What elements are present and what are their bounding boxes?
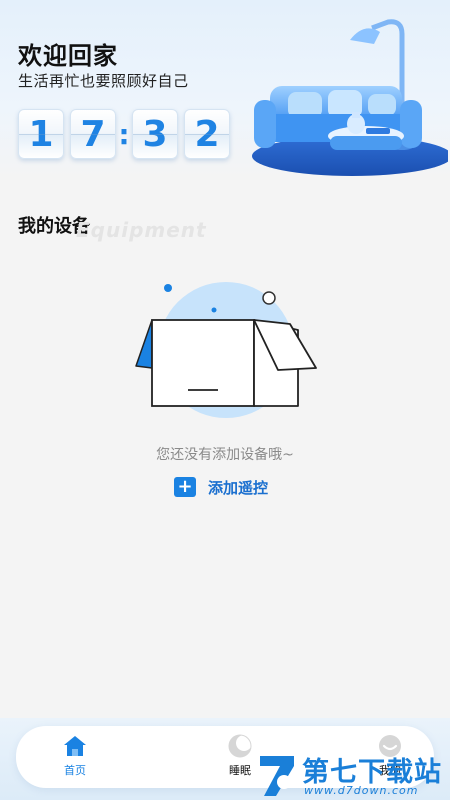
empty-box-illustration bbox=[135, 282, 317, 418]
page-subtitle: 生活再忙也要照顾好自己 bbox=[18, 72, 189, 90]
clock-minute-tens: 3 bbox=[132, 109, 178, 159]
tab-home[interactable]: 首页 bbox=[45, 734, 105, 782]
add-remote-label: 添加遥控 bbox=[208, 478, 269, 497]
clock-hour-ones: 7 bbox=[70, 109, 116, 159]
clock-hour-tens: 1 bbox=[18, 109, 64, 159]
clock-minute-ones: 2 bbox=[184, 109, 230, 159]
clock-colon: : bbox=[118, 117, 130, 151]
flip-clock: 1 7 : 3 2 bbox=[18, 108, 230, 160]
plus-icon: + bbox=[174, 477, 196, 497]
add-remote-button[interactable]: + 添加遥控 bbox=[174, 476, 268, 498]
watermark-logo-icon bbox=[260, 756, 294, 796]
moon-icon bbox=[228, 734, 252, 758]
watermark-url: www.d7down.com bbox=[304, 784, 419, 797]
home-icon bbox=[64, 736, 86, 756]
tab-home-label: 首页 bbox=[64, 764, 86, 777]
empty-state-text: 您还没有添加设备哦~ bbox=[156, 447, 294, 463]
page-title: 欢迎回家 bbox=[18, 42, 118, 70]
living-room-illustration bbox=[252, 19, 448, 176]
section-watermark: Equipment bbox=[76, 218, 207, 242]
